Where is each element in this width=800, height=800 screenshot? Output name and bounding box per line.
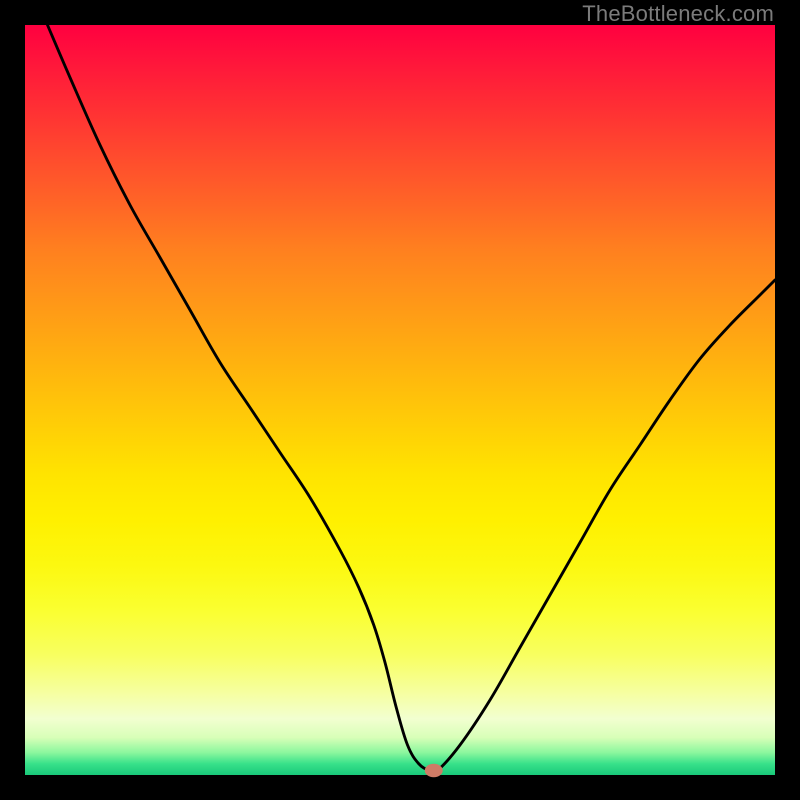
chart-frame: TheBottleneck.com	[0, 0, 800, 800]
bottleneck-curve	[48, 25, 776, 773]
chart-svg	[25, 25, 775, 775]
watermark-text: TheBottleneck.com	[582, 1, 774, 27]
optimal-point-marker	[425, 764, 443, 778]
